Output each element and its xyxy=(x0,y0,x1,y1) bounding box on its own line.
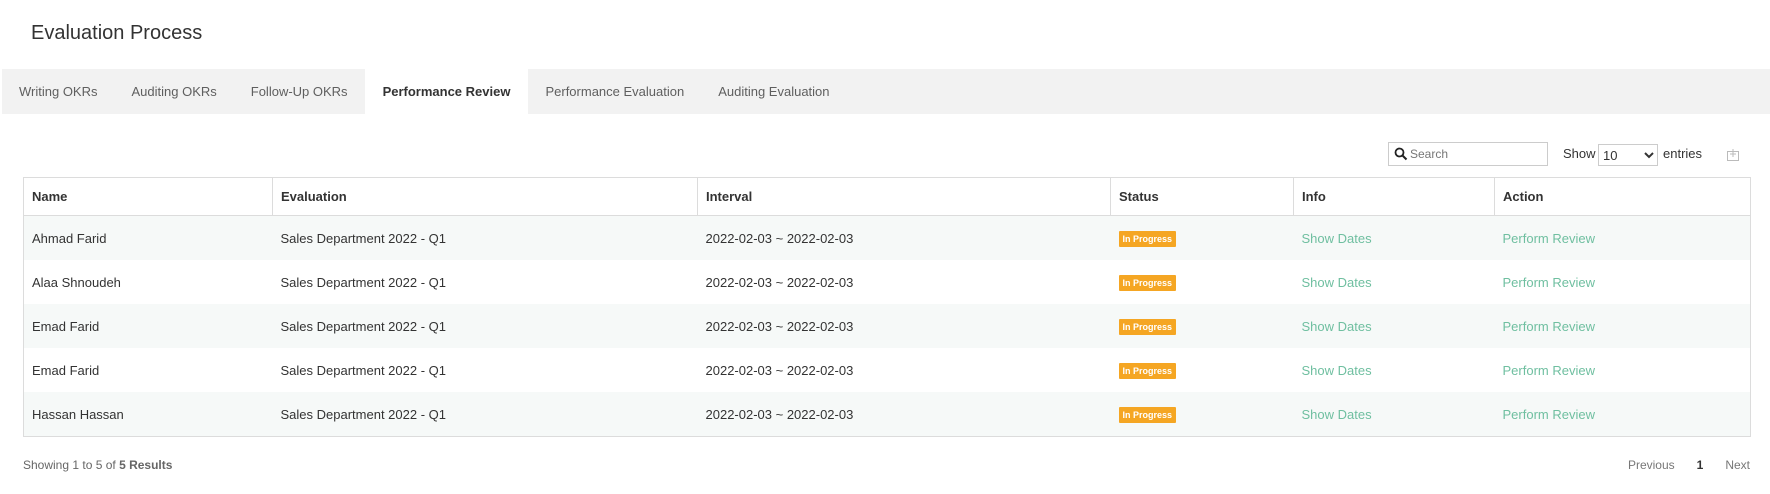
cell-interval: 2022-02-03 ~ 2022-02-03 xyxy=(697,392,1111,437)
table-row: Alaa Shnoudeh Sales Department 2022 - Q1… xyxy=(24,260,1751,304)
perform-review-link[interactable]: Perform Review xyxy=(1503,319,1595,334)
table-row: Emad Farid Sales Department 2022 - Q1 20… xyxy=(24,348,1751,392)
tab-writing-okrs[interactable]: Writing OKRs xyxy=(2,69,115,114)
cell-name: Ahmad Farid xyxy=(23,215,273,260)
cell-info: Show Dates xyxy=(1293,392,1495,437)
tab-auditing-okrs[interactable]: Auditing OKRs xyxy=(115,69,234,114)
cell-action: Perform Review xyxy=(1494,215,1751,260)
table-info-prefix: Showing 1 to 5 of xyxy=(23,458,116,472)
column-header-status[interactable]: Status xyxy=(1110,177,1294,216)
column-header-action[interactable]: Action xyxy=(1494,177,1751,216)
cell-evaluation: Sales Department 2022 - Q1 xyxy=(272,304,698,348)
column-header-evaluation[interactable]: Evaluation xyxy=(272,177,698,216)
page-length-select[interactable]: 10 xyxy=(1598,144,1658,166)
cell-status: In Progress xyxy=(1111,260,1294,304)
perform-review-link[interactable]: Perform Review xyxy=(1503,231,1595,246)
cell-action: Perform Review xyxy=(1495,348,1751,392)
export-icon[interactable] xyxy=(1727,149,1739,161)
previous-page-button[interactable]: Previous xyxy=(1628,458,1675,472)
cell-info: Show Dates xyxy=(1294,260,1495,304)
cell-evaluation: Sales Department 2022 - Q1 xyxy=(272,215,698,260)
cell-action: Perform Review xyxy=(1494,304,1751,348)
tab-bar: Writing OKRs Auditing OKRs Follow-Up OKR… xyxy=(2,69,1770,114)
cell-interval: 2022-02-03 ~ 2022-02-03 xyxy=(705,362,854,378)
performance-review-table: Name Evaluation Interval Status Info Act… xyxy=(23,177,1751,437)
tab-auditing-evaluation[interactable]: Auditing Evaluation xyxy=(701,69,846,114)
cell-interval: 2022-02-03 ~ 2022-02-03 xyxy=(697,304,1111,348)
cell-info: Show Dates xyxy=(1293,215,1495,260)
perform-review-link[interactable]: Perform Review xyxy=(1503,407,1595,422)
evaluation-process-page: Evaluation Process Writing OKRs Auditing… xyxy=(0,0,1770,494)
page-title: Evaluation Process xyxy=(31,22,203,44)
cell-name: Alaa Shnoudeh xyxy=(32,274,121,290)
perform-review-link[interactable]: Perform Review xyxy=(1503,363,1595,378)
tab-performance-evaluation[interactable]: Performance Evaluation xyxy=(528,69,701,114)
cell-name: Hassan Hassan xyxy=(23,392,273,437)
entries-label: entries xyxy=(1663,146,1703,161)
cell-action: Perform Review xyxy=(1494,392,1751,437)
cell-status: In Progress xyxy=(1110,392,1294,437)
pagination: Previous 1 Next xyxy=(1628,458,1750,472)
show-dates-link[interactable]: Show Dates xyxy=(1302,275,1372,290)
cell-interval: 2022-02-03 ~ 2022-02-03 xyxy=(705,274,854,290)
cell-status: In Progress xyxy=(1110,215,1294,260)
show-label: Show xyxy=(1563,146,1596,161)
status-badge: In Progress xyxy=(1118,230,1177,247)
cell-evaluation: Sales Department 2022 - Q1 xyxy=(280,274,446,290)
table-row: Hassan Hassan Sales Department 2022 - Q1… xyxy=(23,392,1751,437)
table-info: Showing 1 to 5 of 5 Results xyxy=(23,458,172,472)
current-page-button[interactable]: 1 xyxy=(1697,458,1704,472)
show-dates-link[interactable]: Show Dates xyxy=(1302,319,1372,334)
status-badge: In Progress xyxy=(1118,406,1177,423)
cell-status: In Progress xyxy=(1111,348,1294,392)
table-row: Emad Farid Sales Department 2022 - Q1 20… xyxy=(23,304,1751,348)
perform-review-link[interactable]: Perform Review xyxy=(1503,275,1595,290)
status-badge: In Progress xyxy=(1118,274,1177,291)
cell-status: In Progress xyxy=(1110,304,1294,348)
show-dates-link[interactable]: Show Dates xyxy=(1302,407,1372,422)
tab-follow-up-okrs[interactable]: Follow-Up OKRs xyxy=(234,69,365,114)
status-badge: In Progress xyxy=(1118,318,1177,335)
column-header-interval[interactable]: Interval xyxy=(697,177,1111,216)
next-page-button[interactable]: Next xyxy=(1725,458,1750,472)
table-info-total: 5 Results xyxy=(119,458,173,472)
show-dates-link[interactable]: Show Dates xyxy=(1302,363,1372,378)
cell-evaluation: Sales Department 2022 - Q1 xyxy=(272,392,698,437)
search-box xyxy=(1388,142,1548,166)
cell-info: Show Dates xyxy=(1293,304,1495,348)
cell-interval: 2022-02-03 ~ 2022-02-03 xyxy=(697,215,1111,260)
search-icon xyxy=(1394,147,1408,161)
tab-performance-review[interactable]: Performance Review xyxy=(364,69,529,114)
column-header-name[interactable]: Name xyxy=(23,177,273,216)
cell-action: Perform Review xyxy=(1495,260,1751,304)
table-header-row: Name Evaluation Interval Status Info Act… xyxy=(23,177,1751,216)
search-input[interactable] xyxy=(1410,145,1542,163)
cell-info: Show Dates xyxy=(1294,348,1495,392)
show-dates-link[interactable]: Show Dates xyxy=(1302,231,1372,246)
cell-evaluation: Sales Department 2022 - Q1 xyxy=(280,362,446,378)
table-row: Ahmad Farid Sales Department 2022 - Q1 2… xyxy=(23,215,1751,260)
column-header-info[interactable]: Info xyxy=(1293,177,1495,216)
cell-name: Emad Farid xyxy=(32,362,100,378)
cell-name: Emad Farid xyxy=(23,304,273,348)
status-badge: In Progress xyxy=(1118,362,1177,379)
